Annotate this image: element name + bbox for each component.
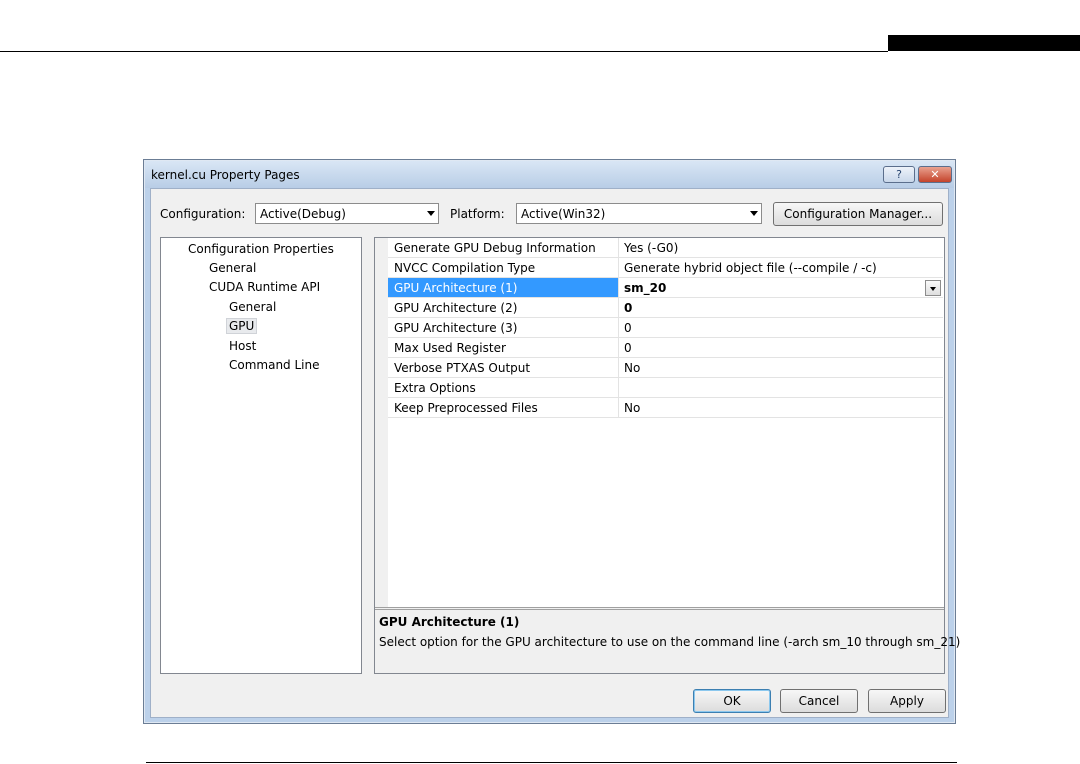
property-value[interactable]: No [624, 361, 640, 375]
property-tree: Configuration Properties General CUDA Ru… [160, 237, 362, 674]
property-value[interactable]: Generate hybrid object file (--compile /… [624, 261, 877, 275]
page-top-rule [0, 51, 888, 52]
tree-item-gpu[interactable]: GPU [226, 318, 258, 334]
description-panel: GPU Architecture (1) Select option for t… [375, 607, 960, 673]
property-value[interactable]: Yes (-G0) [624, 241, 678, 255]
property-name: Extra Options [394, 381, 476, 395]
configuration-manager-button[interactable]: Configuration Manager... [773, 202, 943, 226]
tree-item-command-line[interactable]: Command Line [229, 358, 320, 372]
tree-item-general[interactable]: General [209, 261, 256, 275]
platform-label: Platform: [450, 207, 505, 221]
property-value-dropdown[interactable]: sm_20 [624, 281, 666, 295]
property-row[interactable]: Extra Options [388, 378, 943, 398]
description-text: Select option for the GPU architecture t… [379, 635, 961, 649]
configuration-dropdown[interactable]: Active(Debug) [255, 203, 439, 224]
property-row[interactable]: GPU Architecture (3) 0 [388, 318, 943, 338]
chevron-down-icon [750, 211, 758, 216]
property-row-selected[interactable]: GPU Architecture (1) sm_20 [388, 278, 943, 298]
grid-gutter [375, 238, 388, 607]
page-header-bar [888, 35, 1080, 51]
tree-item-configuration-properties[interactable]: Configuration Properties [188, 242, 334, 256]
column-separator [618, 398, 619, 418]
property-name: Keep Preprocessed Files [394, 401, 538, 415]
chevron-down-icon [427, 211, 435, 216]
property-value[interactable]: 0 [624, 301, 632, 315]
property-value[interactable]: No [624, 401, 640, 415]
column-separator [618, 358, 619, 378]
property-name: GPU Architecture (3) [394, 321, 518, 335]
property-row[interactable]: Generate GPU Debug Information Yes (-G0) [388, 238, 943, 258]
apply-button[interactable]: Apply [868, 689, 946, 713]
property-value[interactable]: 0 [624, 341, 632, 355]
property-row[interactable]: Max Used Register 0 [388, 338, 943, 358]
property-name: GPU Architecture (1) [394, 281, 518, 295]
page-bottom-rule [146, 762, 957, 763]
property-name: Max Used Register [394, 341, 506, 355]
property-row[interactable]: Keep Preprocessed Files No [388, 398, 943, 418]
close-button[interactable]: ✕ [918, 166, 952, 183]
property-name: Verbose PTXAS Output [394, 361, 531, 375]
tree-item-cuda-general[interactable]: General [229, 300, 276, 314]
column-separator [618, 338, 619, 358]
column-separator [618, 278, 619, 298]
property-row[interactable]: Verbose PTXAS Output No [388, 358, 943, 378]
tree-item-host[interactable]: Host [229, 339, 256, 353]
ok-button[interactable]: OK [693, 689, 771, 713]
column-separator [618, 318, 619, 338]
property-name: NVCC Compilation Type [394, 261, 536, 275]
property-row[interactable]: NVCC Compilation Type Generate hybrid ob… [388, 258, 943, 278]
property-row[interactable]: GPU Architecture (2) 0 [388, 298, 943, 318]
column-separator [618, 298, 619, 318]
column-separator [618, 258, 619, 278]
property-grid: Generate GPU Debug Information Yes (-G0)… [374, 237, 960, 674]
close-icon: ✕ [930, 168, 940, 181]
property-value[interactable]: 0 [624, 321, 632, 335]
platform-value: Active(Win32) [521, 207, 606, 221]
dialog-client-area: Configuration: Active(Debug) Platform: A… [150, 188, 960, 718]
window-title: kernel.cu Property Pages [151, 168, 300, 182]
property-name: Generate GPU Debug Information [394, 241, 596, 255]
column-separator [618, 238, 619, 258]
cancel-button[interactable]: Cancel [780, 689, 858, 713]
column-separator [618, 378, 619, 398]
property-pages-dialog: kernel.cu Property Pages ? ✕ Configurati… [143, 159, 960, 724]
title-bar[interactable]: kernel.cu Property Pages ? ✕ [145, 161, 954, 188]
help-icon: ? [896, 168, 902, 181]
tree-item-cuda-runtime-api[interactable]: CUDA Runtime API [209, 280, 320, 294]
configuration-value: Active(Debug) [260, 207, 346, 221]
description-title: GPU Architecture (1) [379, 615, 520, 629]
platform-dropdown[interactable]: Active(Win32) [516, 203, 762, 224]
chevron-down-icon[interactable] [925, 280, 941, 296]
help-button[interactable]: ? [883, 166, 915, 183]
configuration-label: Configuration: [160, 207, 246, 221]
property-name: GPU Architecture (2) [394, 301, 518, 315]
